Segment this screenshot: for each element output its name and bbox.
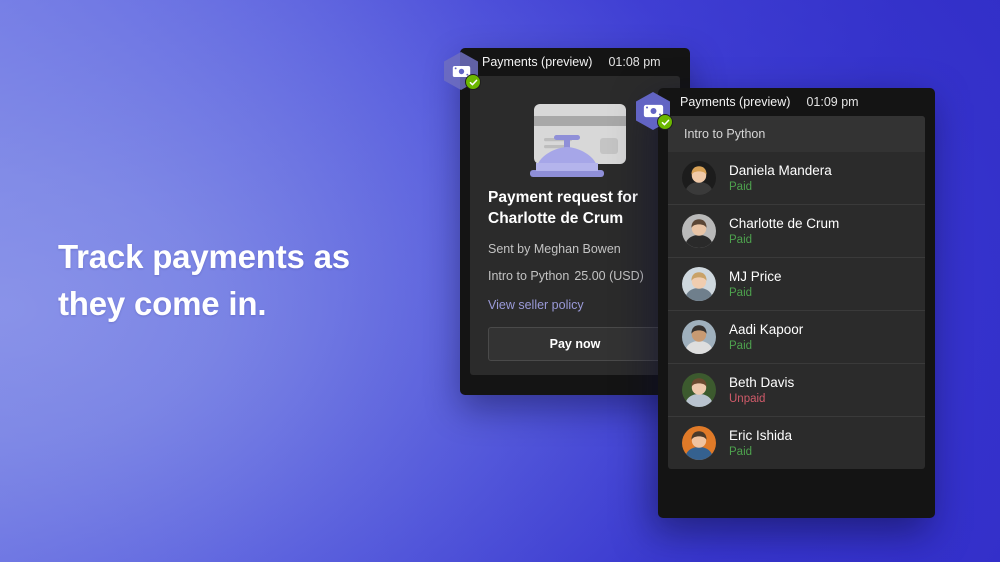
request-window-title: Payments (preview) xyxy=(482,55,593,69)
person-name: Charlotte de Crum xyxy=(729,215,840,231)
person-name: Beth Davis xyxy=(729,374,795,390)
avatar-daniela-mandera xyxy=(682,161,716,195)
status-badge: Paid xyxy=(729,287,753,300)
request-sender: Sent by Meghan Bowen xyxy=(488,242,621,257)
person-name: Daniela Mandera xyxy=(729,162,832,178)
request-amount: 25.00 (USD) xyxy=(574,269,644,284)
table-row[interactable]: Aadi Kapoor Paid xyxy=(668,310,925,363)
status-badge: Paid xyxy=(729,181,753,194)
request-window-titlebar: Payments (preview) 01:08 pm xyxy=(460,48,690,76)
person-name: Eric Ishida xyxy=(729,427,793,443)
payment-status-list: Intro to Python Daniela Mandera Paid Charl… xyxy=(668,116,925,469)
status-badge: Paid xyxy=(729,446,753,459)
person-name: MJ Price xyxy=(729,268,782,284)
row-info: MJ Price Paid xyxy=(729,269,782,300)
request-window-time: 01:08 pm xyxy=(608,55,661,69)
request-item-row: Intro to Python 25.00 (USD) xyxy=(488,269,662,283)
payment-status-window: Payments (preview) 01:09 pm Intro to Pyt… xyxy=(636,88,935,518)
row-info: Eric Ishida Paid xyxy=(729,428,792,459)
list-window-time: 01:09 pm xyxy=(806,95,859,109)
status-badge: Unpaid xyxy=(729,393,766,406)
table-row[interactable]: MJ Price Paid xyxy=(668,257,925,310)
promo-banner: Track payments as they come in. Payments… xyxy=(0,0,1000,562)
avatar-eric-ishida xyxy=(682,426,716,460)
request-item-label: Intro to Python xyxy=(488,269,570,284)
green-check-icon xyxy=(657,114,673,130)
payment-rows-container: Daniela Mandera Paid Charlotte de Crum Paid… xyxy=(668,152,925,469)
payments-app-badge-front xyxy=(636,92,673,130)
table-row[interactable]: Eric Ishida Paid xyxy=(668,416,925,469)
avatar-mj-price xyxy=(682,267,716,301)
list-window-titlebar: Payments (preview) 01:09 pm xyxy=(658,88,935,116)
row-info: Beth Davis Unpaid xyxy=(729,375,794,406)
avatar-charlotte-de-crum xyxy=(682,214,716,248)
request-heading: Payment request for Charlotte de Crum xyxy=(488,189,638,227)
headline-line-2: they come in. xyxy=(58,284,267,322)
view-seller-policy-link[interactable]: View seller policy xyxy=(488,298,584,312)
table-row[interactable]: Charlotte de Crum Paid xyxy=(668,204,925,257)
payments-app-badge xyxy=(444,52,481,90)
list-window-title: Payments (preview) xyxy=(680,95,791,109)
list-header-label: Intro to Python xyxy=(668,116,925,152)
avatar-aadi-kapoor xyxy=(682,320,716,354)
row-info: Daniela Mandera Paid xyxy=(729,163,832,194)
status-badge: Paid xyxy=(729,234,753,247)
table-row[interactable]: Daniela Mandera Paid xyxy=(668,152,925,204)
headline-line-1: Track payments as xyxy=(58,238,350,275)
pay-now-button[interactable]: Pay now xyxy=(488,327,662,362)
row-info: Charlotte de Crum Paid xyxy=(729,216,839,247)
table-row[interactable]: Beth Davis Unpaid xyxy=(668,363,925,416)
status-badge: Paid xyxy=(729,340,753,353)
green-check-icon xyxy=(465,74,481,90)
row-info: Aadi Kapoor Paid xyxy=(729,322,803,353)
request-details: Payment request for Charlotte de Crum Se… xyxy=(470,182,680,362)
avatar-beth-davis xyxy=(682,373,716,407)
page-title: Track payments as they come in. xyxy=(58,234,398,328)
person-name: Aadi Kapoor xyxy=(729,321,804,337)
